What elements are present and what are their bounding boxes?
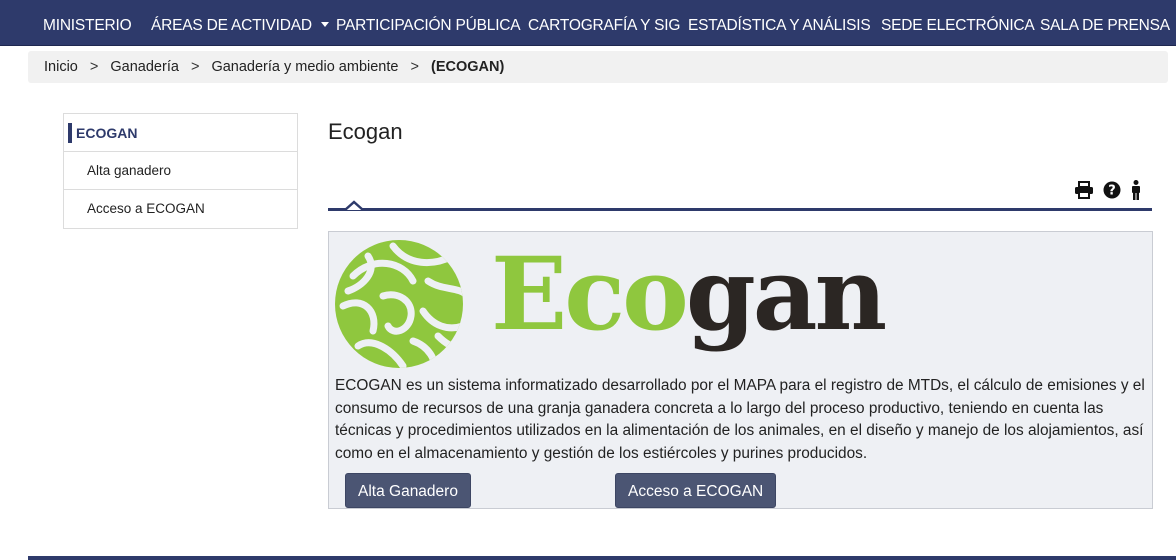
nav-item-areas-de-actividad[interactable]: ÁREAS DE ACTIVIDAD [151, 0, 329, 46]
ecogan-wordmark: Ecogan [491, 235, 887, 353]
breadcrumb-separator: > [410, 59, 419, 75]
nav-item-sala-de-prensa[interactable]: SALA DE PRENSA [1040, 0, 1170, 46]
nav-item-ministerio[interactable]: MINISTERIO [43, 0, 132, 46]
svg-text:?: ? [1108, 183, 1116, 198]
breadcrumb-ganaderia[interactable]: Ganadería [110, 59, 179, 75]
footer-bar [28, 556, 1176, 560]
sidebar-menu: ECOGAN Alta ganadero Acceso a ECOGAN [63, 113, 298, 229]
breadcrumb-ganaderia-medio-ambiente[interactable]: Ganadería y medio ambiente [211, 59, 398, 75]
page-title: Ecogan [328, 119, 403, 144]
alta-ganadero-button[interactable]: Alta Ganadero [345, 473, 471, 508]
accessibility-icon[interactable] [1130, 179, 1142, 205]
content-panel: Ecogan ECOGAN es un sistema informatizad… [328, 231, 1153, 509]
ecogan-globe-icon [335, 240, 463, 368]
description-text: ECOGAN es un sistema informatizado desar… [335, 377, 1145, 462]
sidebar-item-acceso-ecogan[interactable]: Acceso a ECOGAN [64, 190, 297, 228]
nav-item-participacion-publica[interactable]: PARTICIPACIÓN PÚBLICA [336, 0, 521, 46]
section-divider [328, 208, 1152, 211]
top-navigation: MINISTERIO ÁREAS DE ACTIVIDAD PARTICIPAC… [0, 0, 1176, 46]
breadcrumb-separator: > [89, 59, 99, 75]
sidebar-title[interactable]: ECOGAN [64, 114, 297, 152]
breadcrumb-current: (ECOGAN) [430, 59, 505, 75]
breadcrumb-inicio[interactable]: Inicio [44, 59, 78, 75]
help-icon[interactable]: ? [1103, 181, 1121, 204]
nav-item-label: ÁREAS DE ACTIVIDAD [151, 17, 312, 34]
print-icon[interactable] [1074, 180, 1094, 204]
nav-item-cartografia[interactable]: CARTOGRAFÍA Y SIG [528, 0, 680, 46]
caret-down-icon [320, 22, 329, 28]
page-tools: ? [1074, 179, 1142, 205]
breadcrumb-separator: > [190, 59, 200, 75]
nav-item-estadistica[interactable]: ESTADÍSTICA Y ANÁLISIS [688, 0, 871, 46]
nav-item-sede-electronica[interactable]: SEDE ELECTRÓNICA [881, 0, 1035, 46]
ecogan-logo: Ecogan [333, 235, 887, 372]
breadcrumb: Inicio > Ganadería > Ganadería y medio a… [28, 51, 1168, 83]
divider-notch-icon [344, 200, 364, 211]
sidebar-item-alta-ganadero[interactable]: Alta ganadero [64, 152, 297, 190]
acceso-ecogan-button[interactable]: Acceso a ECOGAN [615, 473, 777, 508]
